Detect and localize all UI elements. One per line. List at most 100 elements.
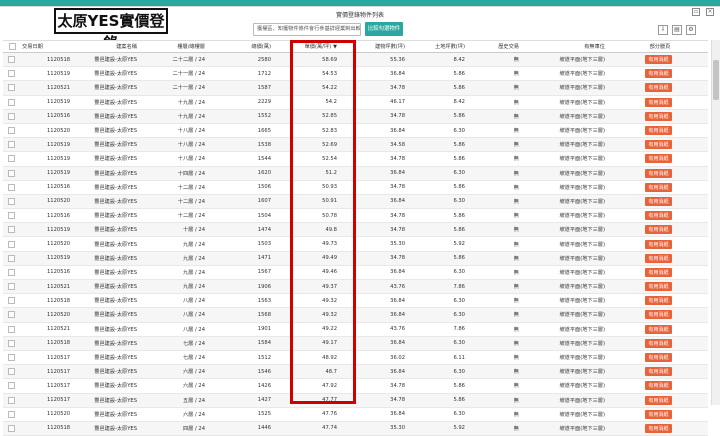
- row-checkbox[interactable]: [3, 251, 19, 266]
- sort-desc-icon[interactable]: ▼: [333, 44, 337, 50]
- search-input[interactable]: 獲權區、知獲物件條件會行參基詳經業制出較: [253, 23, 361, 36]
- row-checkbox[interactable]: [3, 265, 19, 281]
- table-row[interactable]: 1120521 豐邑建設-太原YES 八層 / 24 1901 49.22 43.76 7.…: [3, 322, 708, 337]
- row-checkbox[interactable]: [3, 393, 19, 408]
- col-header-notes[interactable]: 部分謄頁: [609, 40, 708, 53]
- table-row[interactable]: 1120519 豐邑建設-太原YES 九層 / 24 1471 49.49 34.78 5.…: [3, 251, 708, 266]
- table-row[interactable]: 1120517 豐邑建設-太原YES 六層 / 24 1546 48.7 36.84 6.3…: [3, 364, 708, 380]
- notes-tag-button[interactable]: 有用消紙: [645, 338, 672, 348]
- col-header-project[interactable]: 建案名稱: [71, 40, 141, 53]
- row-checkbox[interactable]: [3, 180, 19, 195]
- col-header-history[interactable]: 歷史交易: [469, 40, 523, 53]
- row-checkbox[interactable]: [3, 95, 19, 110]
- row-checkbox[interactable]: [3, 194, 19, 210]
- notes-tag-button[interactable]: 有用消紙: [645, 97, 672, 107]
- notes-tag-button[interactable]: 有用消紙: [645, 282, 672, 292]
- row-checkbox[interactable]: [3, 137, 19, 153]
- row-checkbox[interactable]: [3, 109, 19, 124]
- scrollbar-thumb[interactable]: [713, 60, 719, 100]
- compare-selected-button[interactable]: 比較勾選物件: [365, 22, 403, 36]
- vertical-scrollbar[interactable]: [711, 40, 720, 405]
- notes-tag-button[interactable]: 有用消紙: [645, 140, 672, 150]
- notes-tag-button[interactable]: 有用消紙: [645, 310, 672, 320]
- row-checkbox[interactable]: [3, 236, 19, 252]
- notes-tag-button[interactable]: 有用消紙: [645, 83, 672, 93]
- row-checkbox[interactable]: [3, 336, 19, 351]
- notes-tag-button[interactable]: 有用消紙: [645, 211, 672, 221]
- table-row[interactable]: 1120516 豐邑建設-太原YES 十九層 / 24 1552 52.85 34.78 5…: [3, 109, 708, 124]
- row-checkbox[interactable]: [3, 421, 19, 436]
- table-row[interactable]: 1120518 豐邑建設-太原YES 七層 / 24 1584 49.17 36.84 6.…: [3, 336, 708, 351]
- notes-tag-button[interactable]: 有用消紙: [645, 239, 672, 249]
- row-checkbox[interactable]: [3, 208, 19, 224]
- col-header-parking[interactable]: 有無車位: [523, 40, 609, 53]
- table-row[interactable]: 1120520 豐邑建設-太原YES 十二層 / 24 1607 50.91 36.84 6…: [3, 194, 708, 210]
- row-checkbox[interactable]: [3, 151, 19, 167]
- print-icon[interactable]: ▤: [672, 25, 682, 35]
- table-row[interactable]: 1120519 豐邑建設-太原YES 十四層 / 24 1620 51.2 36.84 6.…: [3, 166, 708, 181]
- col-header-land-area[interactable]: 土地坪數(坪): [409, 40, 469, 53]
- table-row[interactable]: 1120517 豐邑建設-太原YES 六層 / 24 1426 47.92 34.78 5.…: [3, 378, 708, 394]
- table-row[interactable]: 1120517 豐邑建設-太原YES 七層 / 24 1512 48.92 36.02 6.…: [3, 350, 708, 366]
- table-row[interactable]: 1120517 豐邑建設-太原YES 五層 / 24 1427 47.77 34.78 5.…: [3, 393, 708, 408]
- notes-tag-button[interactable]: 有用消紙: [645, 168, 672, 178]
- notes-tag-button[interactable]: 有用消紙: [645, 324, 672, 334]
- export-icon[interactable]: ⇩: [658, 25, 668, 35]
- select-all-checkbox[interactable]: [3, 40, 19, 53]
- notes-tag-button[interactable]: 有用消紙: [645, 126, 672, 136]
- row-checkbox[interactable]: [3, 166, 19, 181]
- table-row[interactable]: 1120518 豐邑建設-太原YES 四層 / 24 1446 47.74 35.30 5.…: [3, 421, 708, 436]
- notes-tag-button[interactable]: 有用消紙: [645, 423, 672, 433]
- close-icon[interactable]: ×: [706, 8, 714, 16]
- table-row[interactable]: 1120519 豐邑建設-太原YES 十九層 / 24 2229 54.2 46.17 8.…: [3, 95, 708, 110]
- notes-tag-button[interactable]: 有用消紙: [645, 409, 672, 419]
- settings-icon[interactable]: ⚙: [686, 25, 696, 35]
- table-row[interactable]: 1120521 豐邑建設-太原YES 二十一層 / 24 1587 54.22 34.78…: [3, 80, 708, 96]
- row-checkbox[interactable]: [3, 222, 19, 238]
- notes-tag-button[interactable]: 有用消紙: [645, 69, 672, 79]
- col-header-date[interactable]: 交易日期: [19, 40, 71, 53]
- notes-tag-button[interactable]: 有用消紙: [645, 253, 672, 263]
- row-checkbox[interactable]: [3, 378, 19, 394]
- table-row[interactable]: 1120519 豐邑建設-太原YES 十八層 / 24 1544 52.54 34.78 5…: [3, 151, 708, 167]
- row-checkbox[interactable]: [3, 293, 19, 309]
- row-checkbox[interactable]: [3, 80, 19, 96]
- table-row[interactable]: 1120520 豐邑建設-太原YES 十八層 / 24 1665 52.83 36.84 6…: [3, 123, 708, 139]
- table-row[interactable]: 1120518 豐邑建設-太原YES 八層 / 24 1563 49.32 36.84 6.…: [3, 293, 708, 309]
- row-checkbox[interactable]: [3, 279, 19, 295]
- row-checkbox[interactable]: [3, 322, 19, 337]
- notes-tag-button[interactable]: 有用消紙: [645, 225, 672, 235]
- notes-tag-button[interactable]: 有用消紙: [645, 111, 672, 121]
- row-checkbox[interactable]: [3, 350, 19, 366]
- row-checkbox[interactable]: [3, 52, 19, 68]
- table-row[interactable]: 1120519 豐邑建設-太原YES 十八層 / 24 1538 52.69 34.58 5…: [3, 137, 708, 153]
- notes-tag-button[interactable]: 有用消紙: [645, 154, 672, 164]
- row-checkbox[interactable]: [3, 364, 19, 380]
- notes-tag-button[interactable]: 有用消紙: [645, 381, 672, 391]
- row-checkbox[interactable]: [3, 123, 19, 139]
- table-row[interactable]: 1120521 豐邑建設-太原YES 九層 / 24 1906 49.37 43.76 7.…: [3, 279, 708, 295]
- notes-tag-button[interactable]: 有用消紙: [645, 296, 672, 306]
- table-row[interactable]: 1120518 豐邑建設-太原YES 二十二層 / 24 2580 58.69 55.36…: [3, 52, 708, 68]
- notes-tag-button[interactable]: 有用消紙: [645, 196, 672, 206]
- notes-tag-button[interactable]: 有用消紙: [645, 353, 672, 363]
- table-row[interactable]: 1120516 豐邑建設-太原YES 九層 / 24 1567 49.46 36.84 6.…: [3, 265, 708, 281]
- col-header-unit-price[interactable]: 單價(萬/坪) ▼: [275, 40, 341, 53]
- col-header-total-price[interactable]: 總價(萬): [209, 40, 275, 53]
- table-row[interactable]: 1120520 豐邑建設-太原YES 九層 / 24 1503 49.73 35.30 5.…: [3, 236, 708, 252]
- row-checkbox[interactable]: [3, 407, 19, 422]
- restore-icon[interactable]: ▫: [692, 8, 700, 16]
- col-header-floor[interactable]: 樓層/總樓層: [141, 40, 209, 53]
- row-checkbox[interactable]: [3, 66, 19, 82]
- row-checkbox[interactable]: [3, 307, 19, 323]
- notes-tag-button[interactable]: 有用消紙: [645, 267, 672, 277]
- notes-tag-button[interactable]: 有用消紙: [645, 182, 672, 192]
- table-row[interactable]: 1120519 豐邑建設-太原YES 十層 / 24 1474 49.8 34.78 5.8…: [3, 222, 708, 238]
- notes-tag-button[interactable]: 有用消紙: [645, 55, 672, 65]
- table-row[interactable]: 1120516 豐邑建設-太原YES 十二層 / 24 1504 50.78 34.78 5…: [3, 208, 708, 224]
- notes-tag-button[interactable]: 有用消紙: [645, 367, 672, 377]
- table-row[interactable]: 1120520 豐邑建設-太原YES 六層 / 24 1525 47.76 36.84 6.…: [3, 407, 708, 422]
- table-row[interactable]: 1120516 豐邑建設-太原YES 十二層 / 24 1506 50.93 34.78 5…: [3, 180, 708, 195]
- col-header-building-area[interactable]: 建物坪數(坪): [341, 40, 409, 53]
- table-row[interactable]: 1120519 豐邑建設-太原YES 二十一層 / 24 1712 54.53 36.84…: [3, 66, 708, 82]
